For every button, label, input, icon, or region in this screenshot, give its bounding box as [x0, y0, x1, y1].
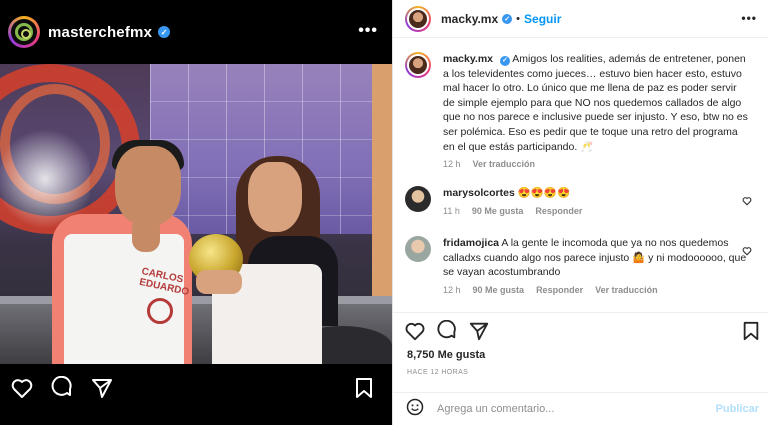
- comment-time: 12 h: [443, 284, 461, 295]
- comment-icon[interactable]: [48, 374, 76, 402]
- left-post-pane: masterchefmx ✓ ••• CARLOS EDUARDO: [0, 0, 392, 425]
- comment-likes[interactable]: 90 Me gusta: [472, 206, 524, 216]
- follow-button[interactable]: Seguir: [524, 12, 561, 26]
- verified-icon: ✓: [158, 26, 171, 38]
- comment-item: marysolcortes 😍😍😍😍 11 h 90 Me gusta Resp…: [405, 186, 760, 216]
- comment-user[interactable]: marysolcortes: [443, 187, 515, 199]
- comment-icon[interactable]: [433, 317, 461, 345]
- reply-button[interactable]: Responder: [536, 285, 583, 295]
- reply-button[interactable]: Responder: [535, 206, 582, 216]
- woman-head: [248, 162, 302, 232]
- more-icon[interactable]: •••: [358, 22, 378, 40]
- caption-time: 12 h: [443, 159, 461, 170]
- bookmark-icon[interactable]: [737, 317, 765, 345]
- action-bar: [393, 312, 768, 342]
- left-post-header: masterchefmx ✓ •••: [0, 0, 392, 64]
- masterchef-avatar[interactable]: [8, 16, 40, 48]
- caption-translate-link[interactable]: Ver traducción: [473, 159, 536, 169]
- masterchef-logo: [15, 23, 33, 41]
- post-header: macky.mx ✓ • Seguir •••: [393, 0, 768, 38]
- verified-icon: ✓: [502, 13, 513, 24]
- left-action-bar: [0, 364, 392, 425]
- caption: macky.mx ✓ Amigos los realities, además …: [405, 52, 760, 169]
- right-comments-pane: macky.mx ✓ • Seguir ••• macky.mx ✓ Amigo…: [392, 0, 768, 425]
- comment-translate-link[interactable]: Ver traducción: [595, 285, 658, 295]
- share-icon[interactable]: [465, 317, 493, 345]
- comment-likes[interactable]: 90 Me gusta: [473, 285, 525, 295]
- bookmark-icon[interactable]: [350, 374, 378, 402]
- heart-icon[interactable]: [401, 317, 429, 345]
- publish-button[interactable]: Publicar: [716, 403, 759, 415]
- share-icon[interactable]: [88, 374, 116, 402]
- man-head: [115, 146, 181, 226]
- caption-author[interactable]: macky.mx: [443, 53, 493, 65]
- heart-icon[interactable]: [8, 374, 36, 402]
- heart-icon[interactable]: [742, 193, 752, 206]
- author-avatar[interactable]: [405, 5, 431, 32]
- post-timestamp: HACE 12 HORAS: [407, 369, 469, 376]
- author-username[interactable]: macky.mx: [441, 12, 498, 26]
- heart-icon[interactable]: [742, 243, 752, 256]
- comment-avatar[interactable]: [405, 186, 431, 212]
- left-username[interactable]: masterchefmx: [48, 24, 152, 41]
- man-hand: [132, 216, 160, 252]
- comment-input[interactable]: [437, 403, 687, 415]
- comment-composer: Publicar: [393, 392, 768, 425]
- verified-icon: ✓: [499, 56, 510, 67]
- comment-avatar[interactable]: [405, 236, 431, 262]
- post-photo[interactable]: CARLOS EDUARDO: [0, 64, 392, 364]
- separator-dot: •: [516, 12, 521, 25]
- caption-text: Amigos los realities, además de entreten…: [443, 53, 748, 153]
- comment-user[interactable]: fridamojica: [443, 237, 499, 249]
- caption-author-avatar[interactable]: [405, 52, 431, 78]
- emoji-icon[interactable]: [405, 397, 425, 422]
- comment-time: 11 h: [443, 205, 460, 216]
- comment-text: 😍😍😍😍: [517, 187, 571, 199]
- apron-logo: [147, 298, 173, 324]
- comment-item: fridamojica A la gente le incomoda que y…: [405, 236, 760, 295]
- hands: [196, 270, 242, 294]
- more-icon[interactable]: •••: [741, 11, 757, 25]
- likes-count[interactable]: 8,750 Me gusta: [407, 349, 485, 361]
